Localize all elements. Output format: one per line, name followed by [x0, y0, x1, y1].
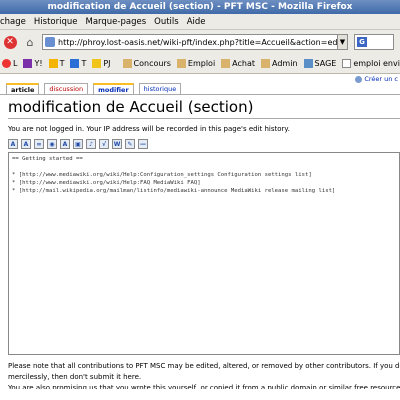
- folder-icon: [176, 59, 186, 68]
- window-title: modification de Accueil (section) - PFT …: [0, 0, 400, 14]
- bookmark-item-sage[interactable]: SAGE: [303, 59, 336, 68]
- internal-link-icon[interactable]: ∞: [34, 139, 44, 149]
- edit-toolbar: A A ∞ ◉ A ▣ ♪ √ W ✎ —: [8, 139, 151, 149]
- bookmark-item[interactable]: L: [2, 59, 17, 68]
- ip-notice: You are not logged in. Your IP address w…: [8, 125, 290, 133]
- pages-jaunes-icon: [92, 59, 102, 68]
- menu-item-outils[interactable]: Outils: [154, 17, 179, 27]
- user-icon: [355, 75, 363, 83]
- search-input[interactable]: G: [354, 34, 394, 50]
- folder-icon: [261, 59, 271, 68]
- signature-icon[interactable]: ✎: [125, 139, 135, 149]
- url-dropdown-button[interactable]: ▼: [338, 34, 348, 50]
- yahoo-icon: [23, 59, 33, 68]
- bookmark-icon: [48, 59, 58, 68]
- article-body: modification de Accueil (section) You ar…: [0, 94, 400, 400]
- editor-line: == Getting started ==: [12, 156, 83, 162]
- bookmark-item[interactable]: Y!: [23, 59, 43, 68]
- license-line: mercilessly, then don't submit it here.: [8, 373, 142, 381]
- license-notice: Please note that all contributions to PF…: [8, 361, 400, 389]
- menu-item-marque-pages[interactable]: Marque-pages: [86, 17, 147, 27]
- bold-icon[interactable]: A: [8, 139, 18, 149]
- image-icon[interactable]: ▣: [73, 139, 83, 149]
- chevron-down-icon: ▼: [339, 38, 346, 46]
- bookmark-icon: [303, 59, 313, 68]
- page-icon: [342, 59, 352, 68]
- license-line: Please note that all contributions to PF…: [8, 362, 400, 370]
- navigation-toolbar: ✕ ⌂ http://phroy.lost-oasis.net/wiki-pft…: [0, 30, 400, 54]
- page-content: Créer un c article discussion modifier h…: [0, 75, 400, 400]
- home-icon: ⌂: [26, 35, 34, 49]
- bookmark-item[interactable]: T: [70, 59, 86, 68]
- headline-icon[interactable]: A: [60, 139, 70, 149]
- bookmark-item[interactable]: PJ: [92, 59, 111, 68]
- google-icon: G: [357, 37, 367, 47]
- folder-icon: [122, 59, 132, 68]
- bookmarks-toolbar: L Y! T T PJ Concours Emploi Achat Admin …: [0, 54, 400, 74]
- stop-button[interactable]: ✕: [2, 34, 18, 50]
- bookmark-folder-achat[interactable]: Achat: [221, 59, 255, 68]
- page-title: modification de Accueil (section): [8, 98, 400, 119]
- bookmark-icon: [2, 59, 11, 68]
- bookmark-icon: [70, 59, 80, 68]
- folder-icon: [221, 59, 231, 68]
- horizontal-line-icon[interactable]: —: [138, 139, 148, 149]
- media-icon[interactable]: ♪: [86, 139, 96, 149]
- external-link-icon[interactable]: ◉: [47, 139, 57, 149]
- bookmark-folder-concours[interactable]: Concours: [122, 59, 171, 68]
- italic-icon[interactable]: A: [21, 139, 31, 149]
- home-button[interactable]: ⌂: [22, 34, 38, 50]
- editor-line: * [http://mail.wikipedia.org/mailman/lis…: [12, 188, 336, 194]
- bookmark-folder-emploi[interactable]: Emploi: [176, 59, 215, 68]
- bookmark-item[interactable]: T: [48, 59, 64, 68]
- create-account-link[interactable]: Créer un c: [355, 75, 398, 83]
- editor-line: * [http://www.mediawiki.org/wiki/Help:Co…: [12, 172, 312, 178]
- url-bar[interactable]: http://phroy.lost-oasis.net/wiki-pft/ind…: [42, 34, 338, 50]
- edit-textarea[interactable]: == Getting started == * [http://www.medi…: [8, 152, 400, 355]
- stop-icon: ✕: [3, 35, 17, 49]
- favicon-icon: [45, 37, 55, 47]
- menu-bar: chage Historique Marque-pages Outils Aid…: [0, 14, 400, 30]
- menu-item-aide[interactable]: Aide: [187, 17, 206, 27]
- bookmark-folder-admin[interactable]: Admin: [261, 59, 298, 68]
- math-icon[interactable]: √: [99, 139, 109, 149]
- nowiki-icon[interactable]: W: [112, 139, 122, 149]
- license-line: You are also promising us that you wrote…: [8, 384, 400, 389]
- url-text: http://phroy.lost-oasis.net/wiki-pft/ind…: [58, 37, 338, 47]
- editor-line: * [http://www.mediawiki.org/wiki/Help:FA…: [12, 180, 201, 186]
- menu-item-historique[interactable]: Historique: [34, 17, 78, 27]
- menu-item-affichage[interactable]: chage: [0, 17, 26, 27]
- bookmark-item-emploi-environnement[interactable]: emploi environnem: [342, 59, 400, 68]
